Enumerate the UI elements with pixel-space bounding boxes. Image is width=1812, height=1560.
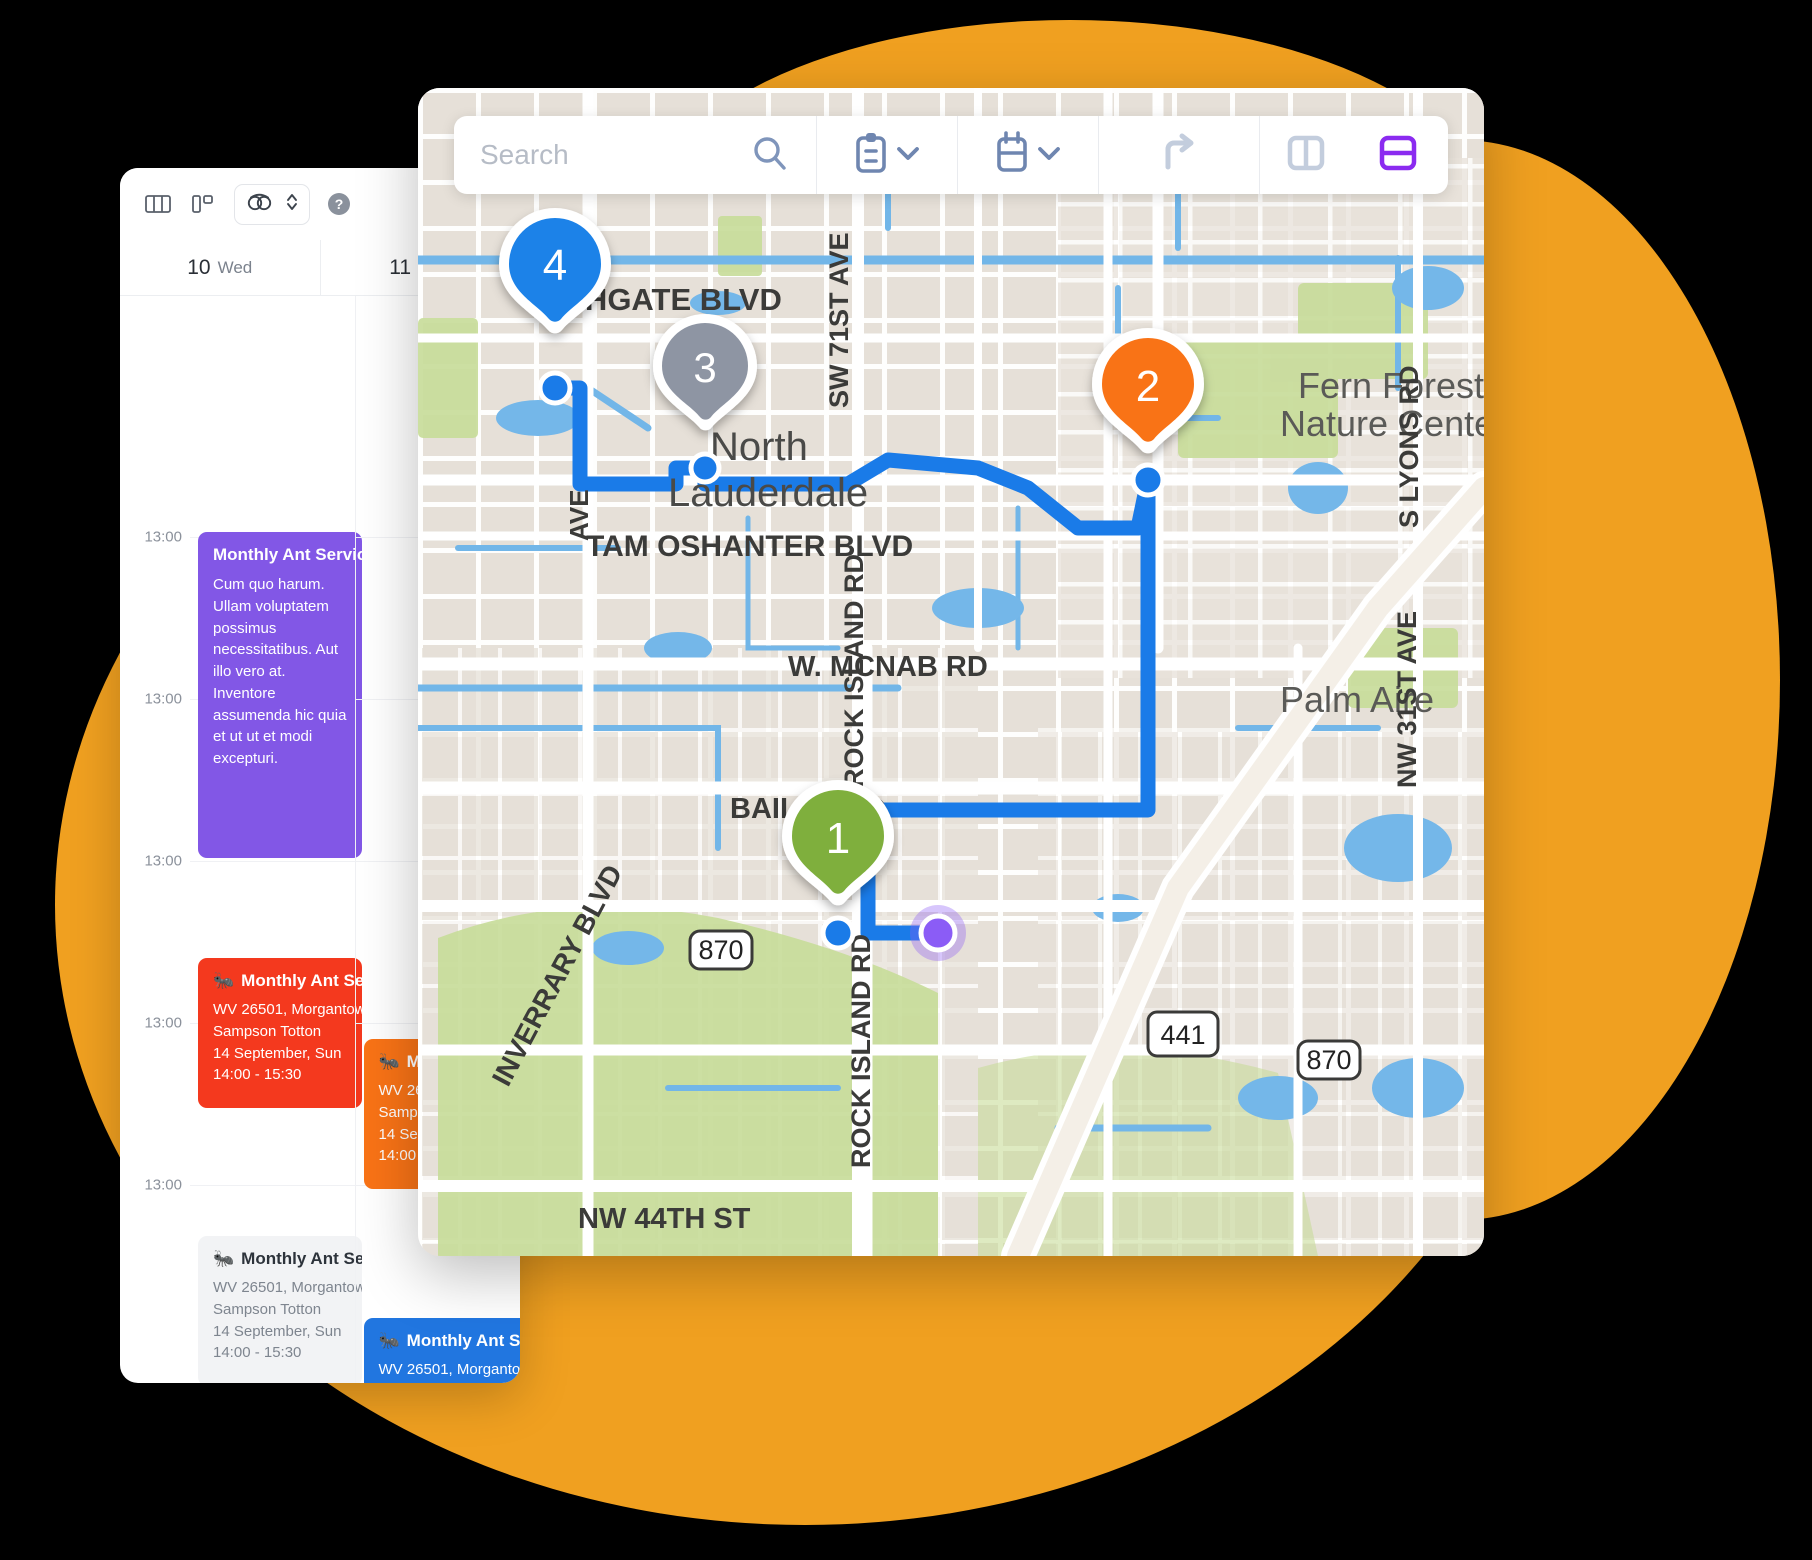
svg-text:AVE: AVE: [564, 489, 594, 541]
svg-text:North: North: [710, 425, 808, 469]
chevron-down-icon: [895, 144, 921, 167]
svg-text:NW 44TH ST: NW 44TH ST: [578, 1203, 751, 1235]
event-date: 14 September, Sun: [213, 1322, 342, 1340]
event-time: 14:00 - 15:30: [213, 1066, 302, 1084]
ant-icon: 🐜: [378, 1052, 400, 1071]
event-address: WV 26501, Morgantown, WV: [378, 1361, 521, 1378]
split-vertical-layout-button[interactable]: [1260, 116, 1352, 194]
stepper-updown-icon[interactable]: [284, 190, 300, 219]
directions-button[interactable]: [1099, 116, 1259, 194]
magnifier-icon: [751, 134, 789, 177]
event-date: 14 September, Sun: [213, 1044, 342, 1062]
screenshot-stage: ? 10 Wed 11 Mon 13:00 13:00 13:00 13:00 …: [0, 0, 1812, 1560]
event-time: 14:00 - 15:30: [213, 1344, 302, 1362]
time-gutter: 13:00 13:00 13:00 13:00 13:00: [120, 296, 190, 1383]
columns-view-icon[interactable]: [144, 192, 172, 216]
svg-text:870: 870: [1306, 1045, 1351, 1075]
time-label: 13:00: [144, 1176, 182, 1194]
calendar-icon: [994, 130, 1030, 180]
day-column-header[interactable]: 10 Wed: [120, 240, 320, 295]
svg-text:Nature Center: Nature Center: [1280, 403, 1484, 444]
svg-text:2: 2: [1136, 362, 1160, 411]
resource-view-picker[interactable]: [234, 183, 310, 225]
event-title-text: Monthly Ant Service: [406, 1331, 520, 1350]
split-vertical-layout-icon: [1284, 131, 1328, 180]
date-dropdown[interactable]: [958, 116, 1098, 194]
help-button[interactable]: ?: [328, 193, 350, 215]
event-person: Sampson Totton: [213, 1300, 322, 1318]
ant-icon: 🐜: [378, 1331, 400, 1350]
time-label: 13:00: [144, 852, 182, 870]
event-description: Cum quo harum. Ullam voluptatem possimus…: [213, 576, 347, 767]
time-label: 13:00: [144, 528, 182, 546]
event-address: WV 26501, Morgantown, WV: [213, 1001, 362, 1018]
event-person: Sampson Totton: [213, 1022, 322, 1040]
map-window: THGATE BLVD SW 71ST AVE Fern Forest Natu…: [418, 88, 1484, 1256]
event-person: Sampson Totton: [379, 1381, 513, 1384]
svg-text:3: 3: [693, 344, 716, 391]
job-list-dropdown[interactable]: [817, 116, 957, 194]
svg-text:4: 4: [543, 241, 567, 290]
svg-text:870: 870: [698, 935, 743, 965]
current-location-marker: [910, 905, 966, 961]
event-title: 🐜 Monthly Ant Service: [378, 1331, 521, 1351]
event-title-text: Monthly Ant Service: [241, 1249, 362, 1268]
resource-group-icon: [244, 191, 274, 218]
calendar-event[interactable]: 🐜 Monthly Ant Service WV 26501, Morganto…: [363, 1318, 521, 1384]
split-column-icon[interactable]: [190, 192, 216, 216]
split-horizontal-layout-button[interactable]: [1352, 116, 1444, 194]
svg-text:441: 441: [1160, 1020, 1205, 1050]
calendar-event[interactable]: 🐜 Monthly Ant Service WV 26501, Morganto…: [198, 958, 362, 1108]
svg-text:SW 71ST AVE: SW 71ST AVE: [824, 232, 854, 408]
ant-icon: 🐜: [213, 971, 235, 990]
search-button[interactable]: [724, 116, 816, 194]
svg-text:1: 1: [826, 814, 850, 863]
svg-text:NW 31ST AVE: NW 31ST AVE: [1392, 611, 1422, 788]
svg-text:S LYONS RD: S LYONS RD: [1394, 365, 1424, 528]
svg-text:ROCK ISLAND RD: ROCK ISLAND RD: [846, 934, 876, 1168]
calendar-event[interactable]: Monthly Ant Service Cum quo harum. Ullam…: [198, 532, 362, 858]
event-title: 🐜 Monthly Ant Service: [213, 971, 362, 991]
chevron-down-icon: [1036, 144, 1062, 167]
event-title: 🐜 Monthly Ant Service: [213, 1249, 362, 1269]
calendar-event[interactable]: 🐜 Monthly Ant Service WV 26501, Morganto…: [198, 1236, 362, 1383]
turn-right-arrow-icon: [1157, 133, 1201, 178]
svg-text:ROCK ISLAND RD: ROCK ISLAND RD: [839, 554, 869, 788]
ant-icon: 🐜: [213, 1249, 235, 1268]
event-address: WV 26501, Morgantown, WV: [213, 1279, 362, 1296]
map-toolbar: [454, 116, 1448, 194]
clipboard-list-icon: [853, 131, 889, 180]
svg-text:W. MCNAB RD: W. MCNAB RD: [788, 651, 988, 683]
calendar-column-day-1[interactable]: Monthly Ant Service Cum quo harum. Ullam…: [190, 296, 362, 1383]
time-label: 13:00: [144, 690, 182, 708]
day-name: Wed: [217, 257, 253, 277]
time-label: 13:00: [144, 1014, 182, 1032]
svg-text:Fern Forest: Fern Forest: [1298, 365, 1484, 406]
event-title-text: Monthly Ant Service: [241, 971, 362, 990]
day-number: 11: [389, 255, 412, 279]
split-horizontal-layout-icon: [1376, 131, 1420, 180]
map-canvas[interactable]: THGATE BLVD SW 71ST AVE Fern Forest Natu…: [418, 88, 1484, 1256]
day-number: 10: [187, 255, 211, 279]
search-input[interactable]: [454, 139, 724, 171]
event-title: Monthly Ant Service: [213, 545, 362, 564]
